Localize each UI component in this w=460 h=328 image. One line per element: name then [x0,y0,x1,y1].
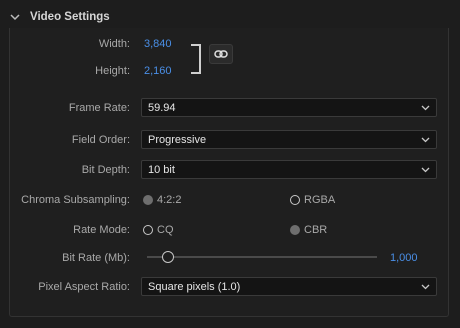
chroma-option-422-label: 4:2:2 [157,194,182,206]
chroma-option-422: 4:2:2 [143,194,181,206]
radio-icon[interactable] [143,225,153,235]
caret-down-icon [421,167,430,173]
radio-disabled-icon [143,195,153,205]
link-icon [214,50,228,58]
field-order-label: Field Order: [71,134,130,146]
frame-rate-label: Frame Rate: [68,102,130,114]
chevron-down-icon[interactable] [8,10,22,24]
section-title: Video Settings [30,11,110,23]
constrain-proportions-button[interactable] [209,44,233,64]
height-value[interactable]: 2,160 [144,65,172,77]
bit-depth-label: Bit Depth: [81,164,130,176]
chroma-option-rgba[interactable]: RGBA [290,194,335,206]
bit-depth-value: 10 bit [148,163,175,176]
frame-rate-select[interactable]: 59.94 [141,98,437,117]
caret-down-icon [421,137,430,143]
rate-mode-option-cq[interactable]: CQ [143,224,174,236]
width-label: Width: [98,38,130,50]
rate-mode-label: Rate Mode: [73,224,130,236]
chroma-option-rgba-label: RGBA [304,194,336,206]
pixel-aspect-ratio-value: Square pixels (1.0) [148,280,241,293]
caret-down-icon [421,105,430,111]
height-label: Height: [95,65,130,77]
bit-rate-slider-track[interactable] [147,256,377,258]
section-header-video-settings[interactable]: Video Settings [8,8,110,26]
radio-disabled-icon [290,225,300,235]
aspect-link-bracket [191,44,201,74]
caret-down-icon [421,284,430,290]
radio-icon[interactable] [290,195,300,205]
bit-depth-select[interactable]: 10 bit [141,160,437,179]
pixel-aspect-ratio-label: Pixel Aspect Ratio: [38,281,130,293]
rate-mode-option-cbr-label: CBR [304,224,328,236]
width-value[interactable]: 3,840 [144,38,172,50]
bit-rate-value[interactable]: 1,000 [390,252,418,264]
rate-mode-option-cbr: CBR [290,224,327,236]
frame-rate-value: 59.94 [148,101,176,114]
bit-rate-slider-thumb[interactable] [161,251,174,263]
bit-rate-label: Bit Rate (Mb): [62,252,130,264]
field-order-value: Progressive [148,133,207,146]
pixel-aspect-ratio-select[interactable]: Square pixels (1.0) [141,277,437,296]
rate-mode-option-cq-label: CQ [157,224,174,236]
chroma-subsampling-label: Chroma Subsampling: [21,194,130,206]
field-order-select[interactable]: Progressive [141,130,437,149]
